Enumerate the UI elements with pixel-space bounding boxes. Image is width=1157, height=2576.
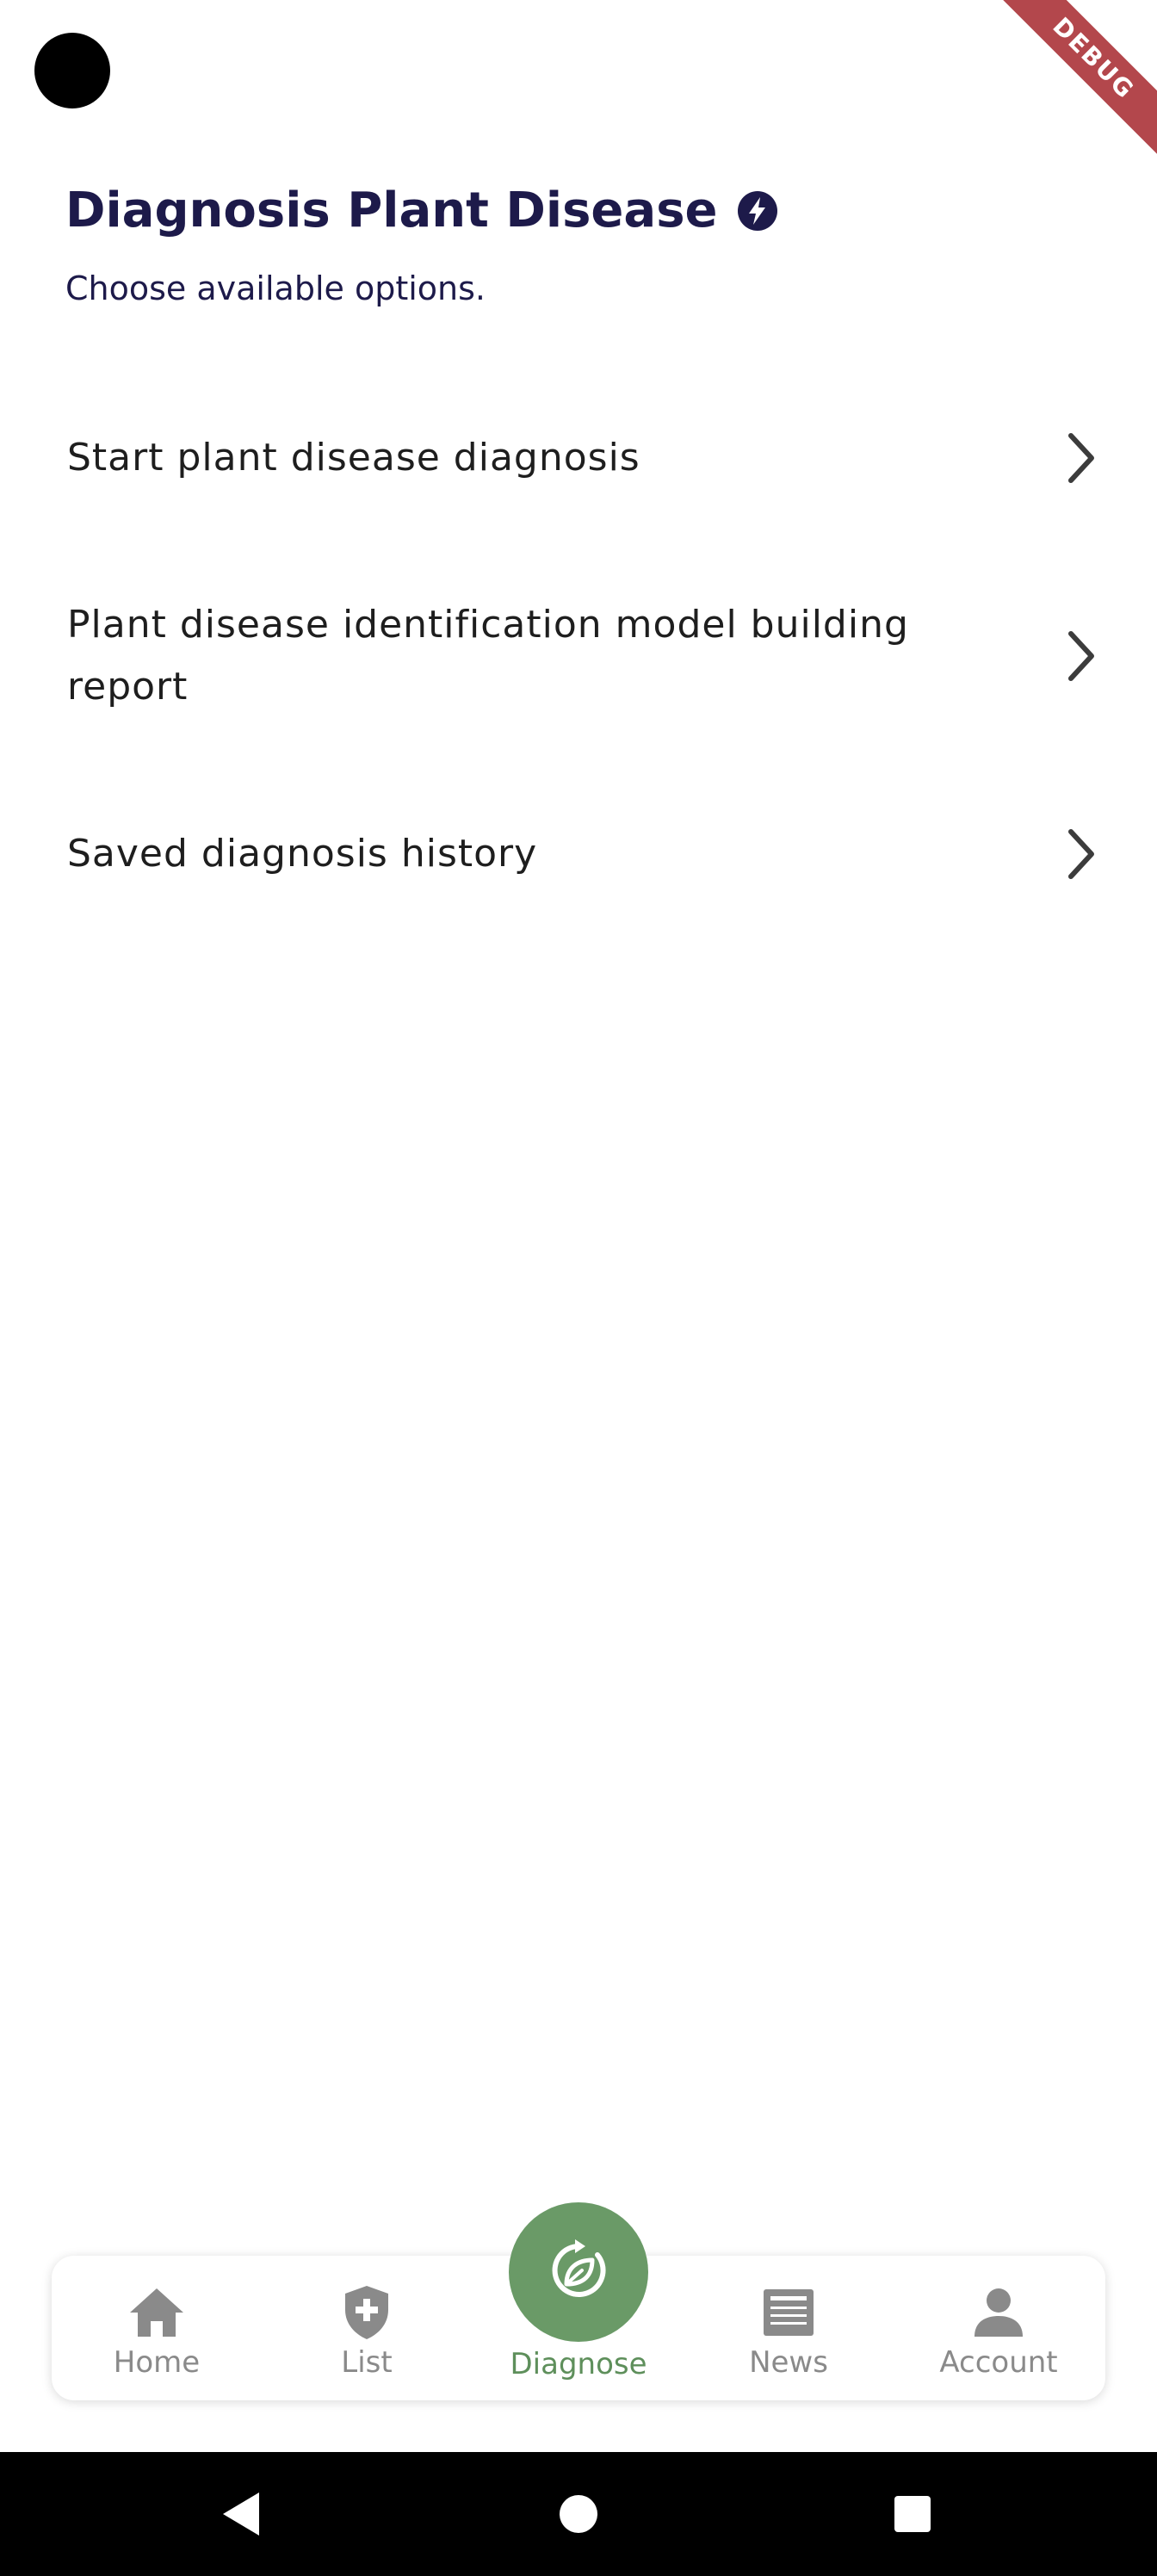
bottom-navigation: Home List Diagnose News Account xyxy=(52,2202,1105,2400)
option-label: Saved diagnosis history xyxy=(67,832,538,876)
nav-item-account[interactable]: Account xyxy=(913,2282,1085,2385)
debug-banner-text: DEBUG xyxy=(992,0,1157,160)
option-model-report[interactable]: Plant disease identification model build… xyxy=(67,568,1107,744)
shield-plus-icon xyxy=(336,2282,398,2344)
title-row: Diagnosis Plant Disease xyxy=(65,183,1092,238)
screen: DEBUG Diagnosis Plant Disease Choose ava… xyxy=(0,0,1157,2576)
chevron-right-icon xyxy=(1055,820,1107,889)
option-label: Plant disease identification model build… xyxy=(67,603,909,709)
newspaper-icon xyxy=(758,2282,820,2344)
person-icon xyxy=(968,2282,1030,2344)
page-header: Diagnosis Plant Disease Choose available… xyxy=(65,183,1092,307)
home-icon xyxy=(126,2282,188,2344)
nav-item-news[interactable]: News xyxy=(702,2282,875,2385)
nav-label: List xyxy=(341,2345,393,2380)
options-list: Start plant disease diagnosis Plant dise… xyxy=(67,394,1107,918)
nav-label: Home xyxy=(113,2345,201,2380)
nav-label: Account xyxy=(939,2345,1058,2380)
option-start-diagnosis[interactable]: Start plant disease diagnosis xyxy=(67,394,1107,522)
chevron-right-icon xyxy=(1055,424,1107,492)
nav-label: News xyxy=(749,2345,828,2380)
page-subtitle: Choose available options. xyxy=(65,269,486,307)
option-label: Start plant disease diagnosis xyxy=(67,436,640,480)
diagnose-leaf-icon xyxy=(544,2236,613,2308)
home-circle-icon[interactable] xyxy=(554,2490,603,2538)
bolt-badge-icon xyxy=(737,190,778,232)
nav-item-diagnose[interactable] xyxy=(509,2202,648,2342)
nav-item-home[interactable]: Home xyxy=(71,2282,243,2385)
nav-label-diagnose: Diagnose xyxy=(510,2347,647,2381)
page-title: Diagnosis Plant Disease xyxy=(65,183,718,238)
camera-cutout xyxy=(34,33,110,108)
system-navigation-bar xyxy=(0,2452,1157,2576)
chevron-right-icon xyxy=(1055,622,1107,690)
option-saved-history[interactable]: Saved diagnosis history xyxy=(67,790,1107,918)
debug-banner: DEBUG xyxy=(985,0,1157,172)
back-icon[interactable] xyxy=(217,2490,265,2538)
recents-square-icon[interactable] xyxy=(888,2490,937,2538)
nav-item-list[interactable]: List xyxy=(281,2282,453,2385)
